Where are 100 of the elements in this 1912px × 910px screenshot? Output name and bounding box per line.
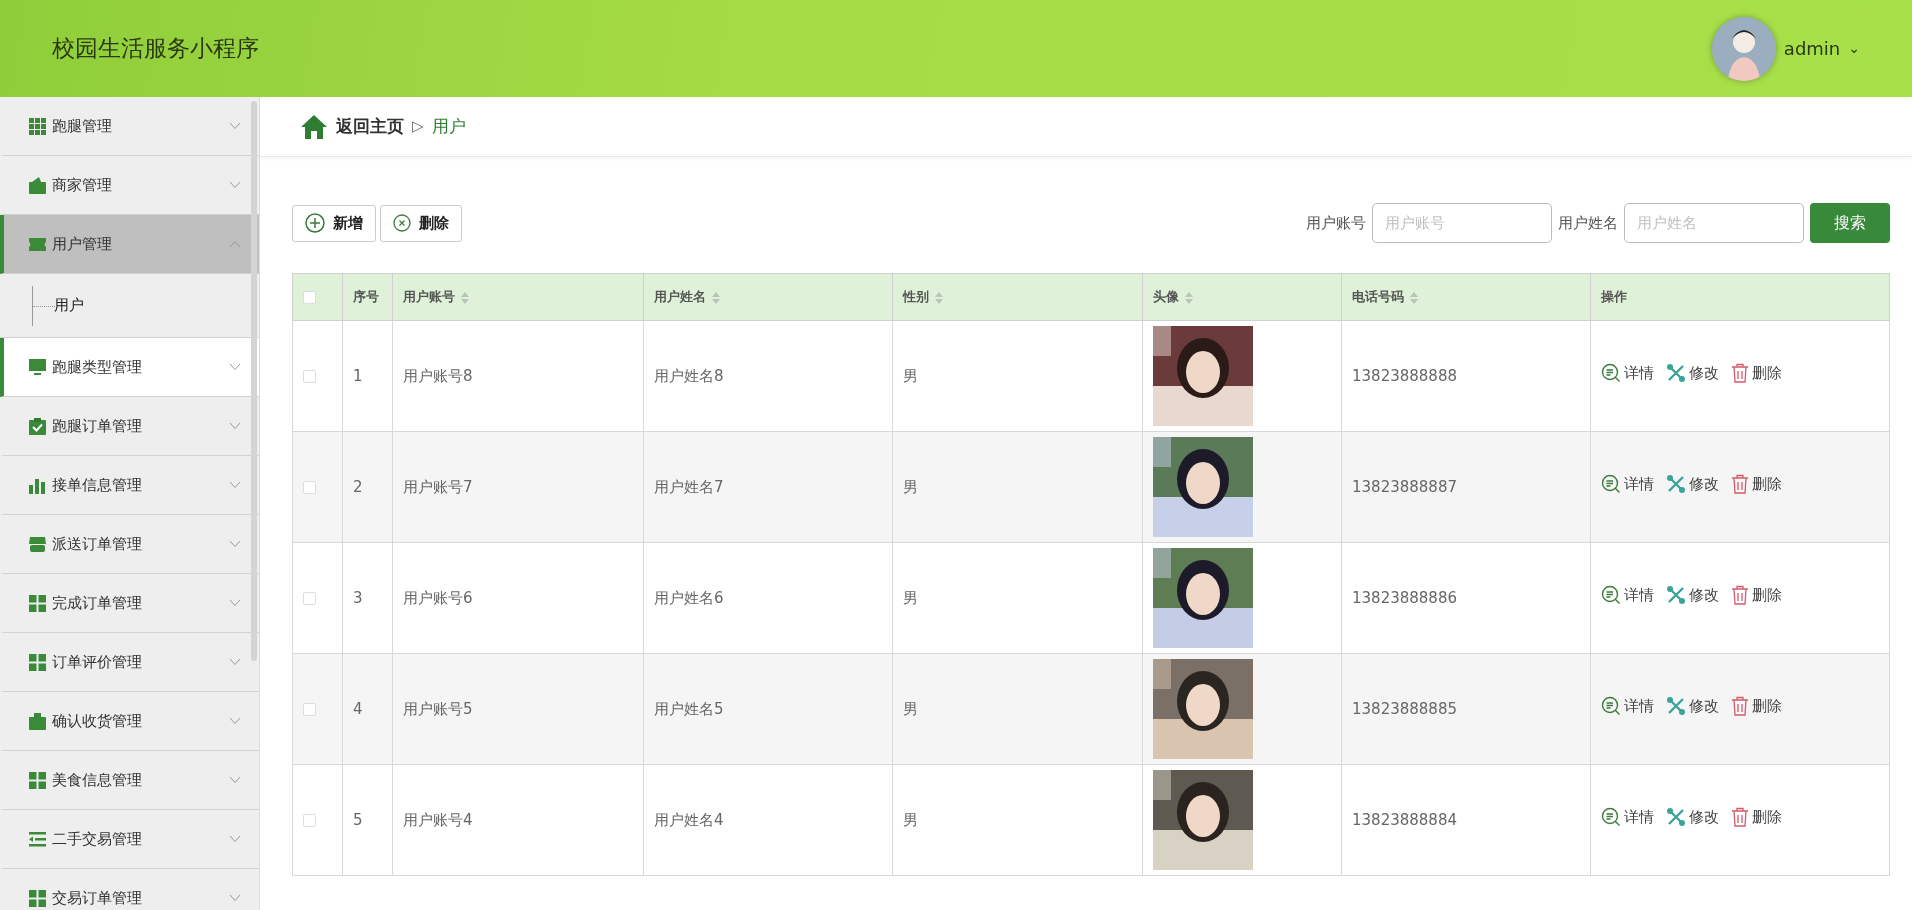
- breadcrumb-current: 用户: [431, 114, 466, 138]
- search-list-icon: [1601, 585, 1621, 606]
- table-cell: 3: [353, 588, 363, 607]
- chevron-down-icon: [229, 540, 241, 548]
- tiles-icon: [29, 771, 46, 789]
- table-cell: 用户账号7: [403, 477, 473, 496]
- search-field[interactable]: 用户账号: [1372, 203, 1552, 243]
- caret-icon[interactable]: ⌄: [1848, 38, 1860, 59]
- sort-icon[interactable]: [712, 291, 720, 304]
- sidebar-item[interactable]: 美食信息管理: [0, 751, 259, 810]
- sort-icon[interactable]: [935, 291, 943, 304]
- grid-icon: [29, 117, 46, 135]
- bar-chart-icon: [29, 476, 46, 494]
- sort-icon[interactable]: [1410, 291, 1418, 304]
- table-cell: 1: [353, 366, 363, 385]
- detail-link[interactable]: 详情: [1601, 584, 1654, 607]
- chevron-down-icon: [229, 181, 241, 189]
- user-menu[interactable]: admin: [1783, 35, 1841, 62]
- column-header[interactable]: 用户姓名: [643, 273, 893, 321]
- column-header[interactable]: 用户账号: [392, 273, 644, 321]
- table-cell: 5: [353, 810, 363, 829]
- checkbox[interactable]: [303, 369, 316, 383]
- checkbox[interactable]: [303, 591, 316, 605]
- chevron-up-icon: [229, 240, 241, 248]
- chevron-down-icon: [229, 717, 241, 725]
- tree-line: [32, 285, 54, 326]
- delete-link[interactable]: 删除: [1731, 806, 1782, 829]
- table-cell: 男: [903, 699, 918, 718]
- detail-link[interactable]: 详情: [1601, 362, 1654, 385]
- sidebar-item[interactable]: 二手交易管理: [0, 810, 259, 869]
- delete-link[interactable]: 删除: [1731, 695, 1782, 718]
- breadcrumb-separator: ▷: [412, 116, 424, 138]
- table-cell: 13823888887: [1352, 477, 1457, 496]
- tools-icon: [1666, 474, 1686, 495]
- home-link[interactable]: 返回主页: [336, 113, 404, 140]
- table-cell: 用户姓名5: [654, 699, 724, 718]
- store-icon: [29, 535, 46, 553]
- delete-link[interactable]: 删除: [1731, 584, 1782, 607]
- edit-link[interactable]: 修改: [1666, 473, 1719, 496]
- detail-link[interactable]: 详情: [1601, 473, 1654, 496]
- field-label: 用户姓名: [1558, 212, 1618, 234]
- sort-icon[interactable]: [461, 291, 469, 304]
- indent-list-icon: [29, 830, 46, 848]
- scrollbar[interactable]: [251, 101, 257, 661]
- wallet-icon: [29, 176, 46, 194]
- checkbox[interactable]: [303, 480, 316, 494]
- trash-icon: [1731, 696, 1749, 717]
- chevron-down-icon: [229, 658, 241, 666]
- home-icon[interactable]: [300, 113, 328, 140]
- sidebar-item[interactable]: 跑腿类型管理: [0, 338, 259, 397]
- add-button[interactable]: 新增: [292, 204, 376, 242]
- column-header[interactable]: 性别: [892, 273, 1143, 321]
- delete-link[interactable]: 删除: [1731, 473, 1782, 496]
- plus-circle-icon: [305, 213, 325, 233]
- delete-link[interactable]: 删除: [1731, 362, 1782, 385]
- detail-link[interactable]: 详情: [1601, 695, 1654, 718]
- sidebar-item[interactable]: 用户管理: [0, 215, 259, 274]
- checkbox[interactable]: [303, 813, 316, 827]
- edit-link[interactable]: 修改: [1666, 362, 1719, 385]
- table-cell: 13823888886: [1352, 588, 1457, 607]
- clipboard-check-icon: [29, 417, 46, 435]
- edit-link[interactable]: 修改: [1666, 584, 1719, 607]
- table-cell: 用户账号8: [403, 366, 473, 385]
- table-cell: 用户账号6: [403, 588, 473, 607]
- tools-icon: [1666, 363, 1686, 384]
- field-label: 用户账号: [1306, 212, 1366, 234]
- monitor-icon: [29, 358, 46, 376]
- delete-button[interactable]: 删除: [380, 204, 462, 242]
- search-field[interactable]: 用户姓名: [1624, 203, 1804, 243]
- checkbox[interactable]: [303, 291, 316, 305]
- trash-icon: [1731, 474, 1749, 495]
- briefcase-icon: [29, 712, 46, 730]
- sidebar-item[interactable]: 确认收货管理: [0, 692, 259, 751]
- table-cell: 2: [353, 477, 363, 496]
- column-header[interactable]: 头像: [1142, 273, 1342, 321]
- sidebar-subitem[interactable]: 用户: [54, 294, 84, 317]
- search-list-icon: [1601, 807, 1621, 828]
- detail-link[interactable]: 详情: [1601, 806, 1654, 829]
- tools-icon: [1666, 807, 1686, 828]
- table-cell: 13823888885: [1352, 699, 1457, 718]
- checkbox[interactable]: [303, 702, 316, 716]
- column-header: 操作: [1590, 273, 1890, 321]
- chevron-down-icon: [229, 122, 241, 130]
- sort-icon[interactable]: [1185, 291, 1193, 304]
- table-cell: 用户姓名4: [654, 810, 724, 829]
- table-cell: 4: [353, 699, 363, 718]
- avatar[interactable]: [1711, 16, 1776, 81]
- table-cell: 13823888888: [1352, 366, 1457, 385]
- table-cell: 用户账号5: [403, 699, 473, 718]
- edit-link[interactable]: 修改: [1666, 806, 1719, 829]
- table-cell: 男: [903, 588, 918, 607]
- sidebar-item[interactable]: 交易订单管理: [0, 869, 259, 910]
- column-header[interactable]: 电话号码: [1341, 273, 1591, 321]
- app-title: 校园生活服务小程序: [52, 34, 260, 64]
- edit-link[interactable]: 修改: [1666, 695, 1719, 718]
- table-cell: 男: [903, 477, 918, 496]
- table-cell: 男: [903, 366, 918, 385]
- table-cell: 用户姓名7: [654, 477, 724, 496]
- search-button[interactable]: 搜索: [1810, 203, 1890, 243]
- trash-icon: [1731, 585, 1749, 606]
